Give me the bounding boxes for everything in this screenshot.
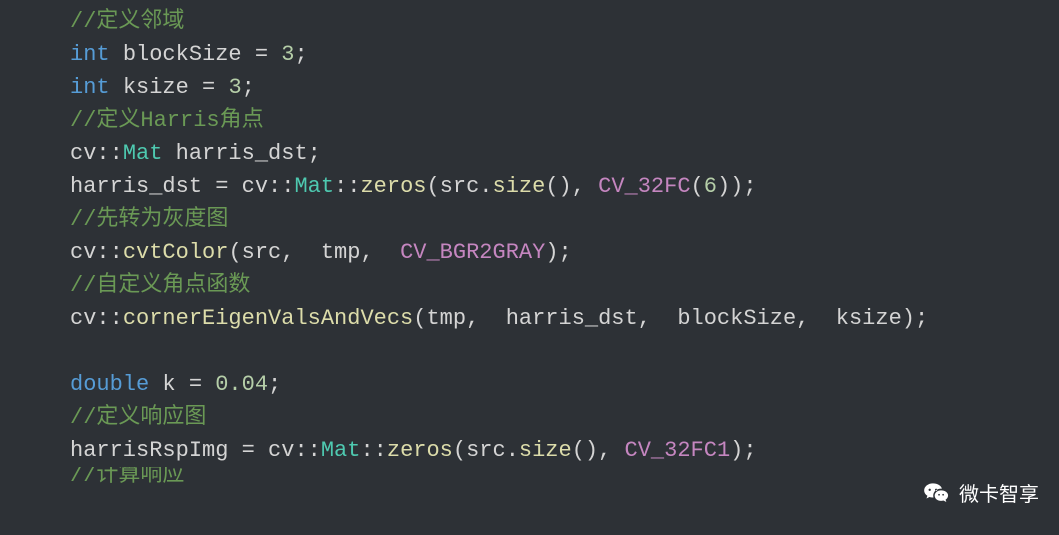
- namespace: cv: [70, 236, 96, 269]
- code-line: //先转为灰度图: [70, 203, 1059, 236]
- comment-text: //定义响应图: [70, 401, 206, 434]
- comment-text: //自定义角点函数: [70, 269, 250, 302]
- identifier: tmp: [426, 302, 466, 335]
- namespace: cv: [70, 137, 96, 170]
- code-line: harris_dst = cv::Mat::zeros(src.size(), …: [70, 170, 1059, 203]
- identifier: ksize: [123, 71, 189, 104]
- keyword: int: [70, 71, 110, 104]
- number-literal: 3: [281, 38, 294, 71]
- type: Mat: [294, 170, 334, 203]
- keyword: int: [70, 38, 110, 71]
- code-line: int ksize = 3;: [70, 71, 1059, 104]
- function: zeros: [360, 170, 426, 203]
- identifier: harrisRspImg: [70, 434, 228, 467]
- macro: CV_32FC: [598, 170, 690, 203]
- code-line: //计算响应: [70, 467, 1059, 483]
- code-editor[interactable]: //定义邻域 int blockSize = 3; int ksize = 3;…: [70, 5, 1059, 483]
- function: cornerEigenValsAndVecs: [123, 302, 413, 335]
- comment-text: //计算响应: [70, 467, 184, 483]
- namespace: cv: [70, 302, 96, 335]
- number-literal: 3: [228, 71, 241, 104]
- identifier: src: [242, 236, 282, 269]
- macro: CV_32FC1: [625, 434, 731, 467]
- identifier: blockSize: [677, 302, 796, 335]
- code-line: cv::Mat harris_dst;: [70, 137, 1059, 170]
- comment-text: //定义Harris角点: [70, 104, 264, 137]
- namespace: cv: [242, 170, 268, 203]
- code-line: cv::cornerEigenValsAndVecs(tmp, harris_d…: [70, 302, 1059, 335]
- identifier: harris_dst: [70, 170, 202, 203]
- function: size: [519, 434, 572, 467]
- keyword: double: [70, 368, 149, 401]
- identifier: src: [440, 170, 480, 203]
- identifier: src: [466, 434, 506, 467]
- type: Mat: [321, 434, 361, 467]
- code-line: //定义响应图: [70, 401, 1059, 434]
- comment-text: //先转为灰度图: [70, 203, 228, 236]
- wechat-icon: [923, 481, 951, 509]
- code-line: int blockSize = 3;: [70, 38, 1059, 71]
- identifier: harris_dst: [176, 137, 308, 170]
- type: Mat: [123, 137, 163, 170]
- number-literal: 6: [704, 170, 717, 203]
- function: cvtColor: [123, 236, 229, 269]
- macro: CV_BGR2GRAY: [400, 236, 545, 269]
- watermark-text: 微卡智享: [959, 480, 1039, 510]
- comment-text: //定义邻域: [70, 5, 184, 38]
- number-literal: 0.04: [215, 368, 268, 401]
- identifier: k: [162, 368, 175, 401]
- identifier: blockSize: [123, 38, 242, 71]
- code-line: cv::cvtColor(src, tmp, CV_BGR2GRAY);: [70, 236, 1059, 269]
- watermark: 微卡智享: [923, 480, 1039, 510]
- identifier: ksize: [836, 302, 902, 335]
- code-line: //定义邻域: [70, 5, 1059, 38]
- namespace: cv: [268, 434, 294, 467]
- function: zeros: [387, 434, 453, 467]
- function: size: [493, 170, 546, 203]
- code-line: double k = 0.04;: [70, 368, 1059, 401]
- code-line: //自定义角点函数: [70, 269, 1059, 302]
- code-line: //定义Harris角点: [70, 104, 1059, 137]
- code-line: harrisRspImg = cv::Mat::zeros(src.size()…: [70, 434, 1059, 467]
- code-line-blank: [70, 335, 1059, 368]
- identifier: harris_dst: [506, 302, 638, 335]
- identifier: tmp: [321, 236, 361, 269]
